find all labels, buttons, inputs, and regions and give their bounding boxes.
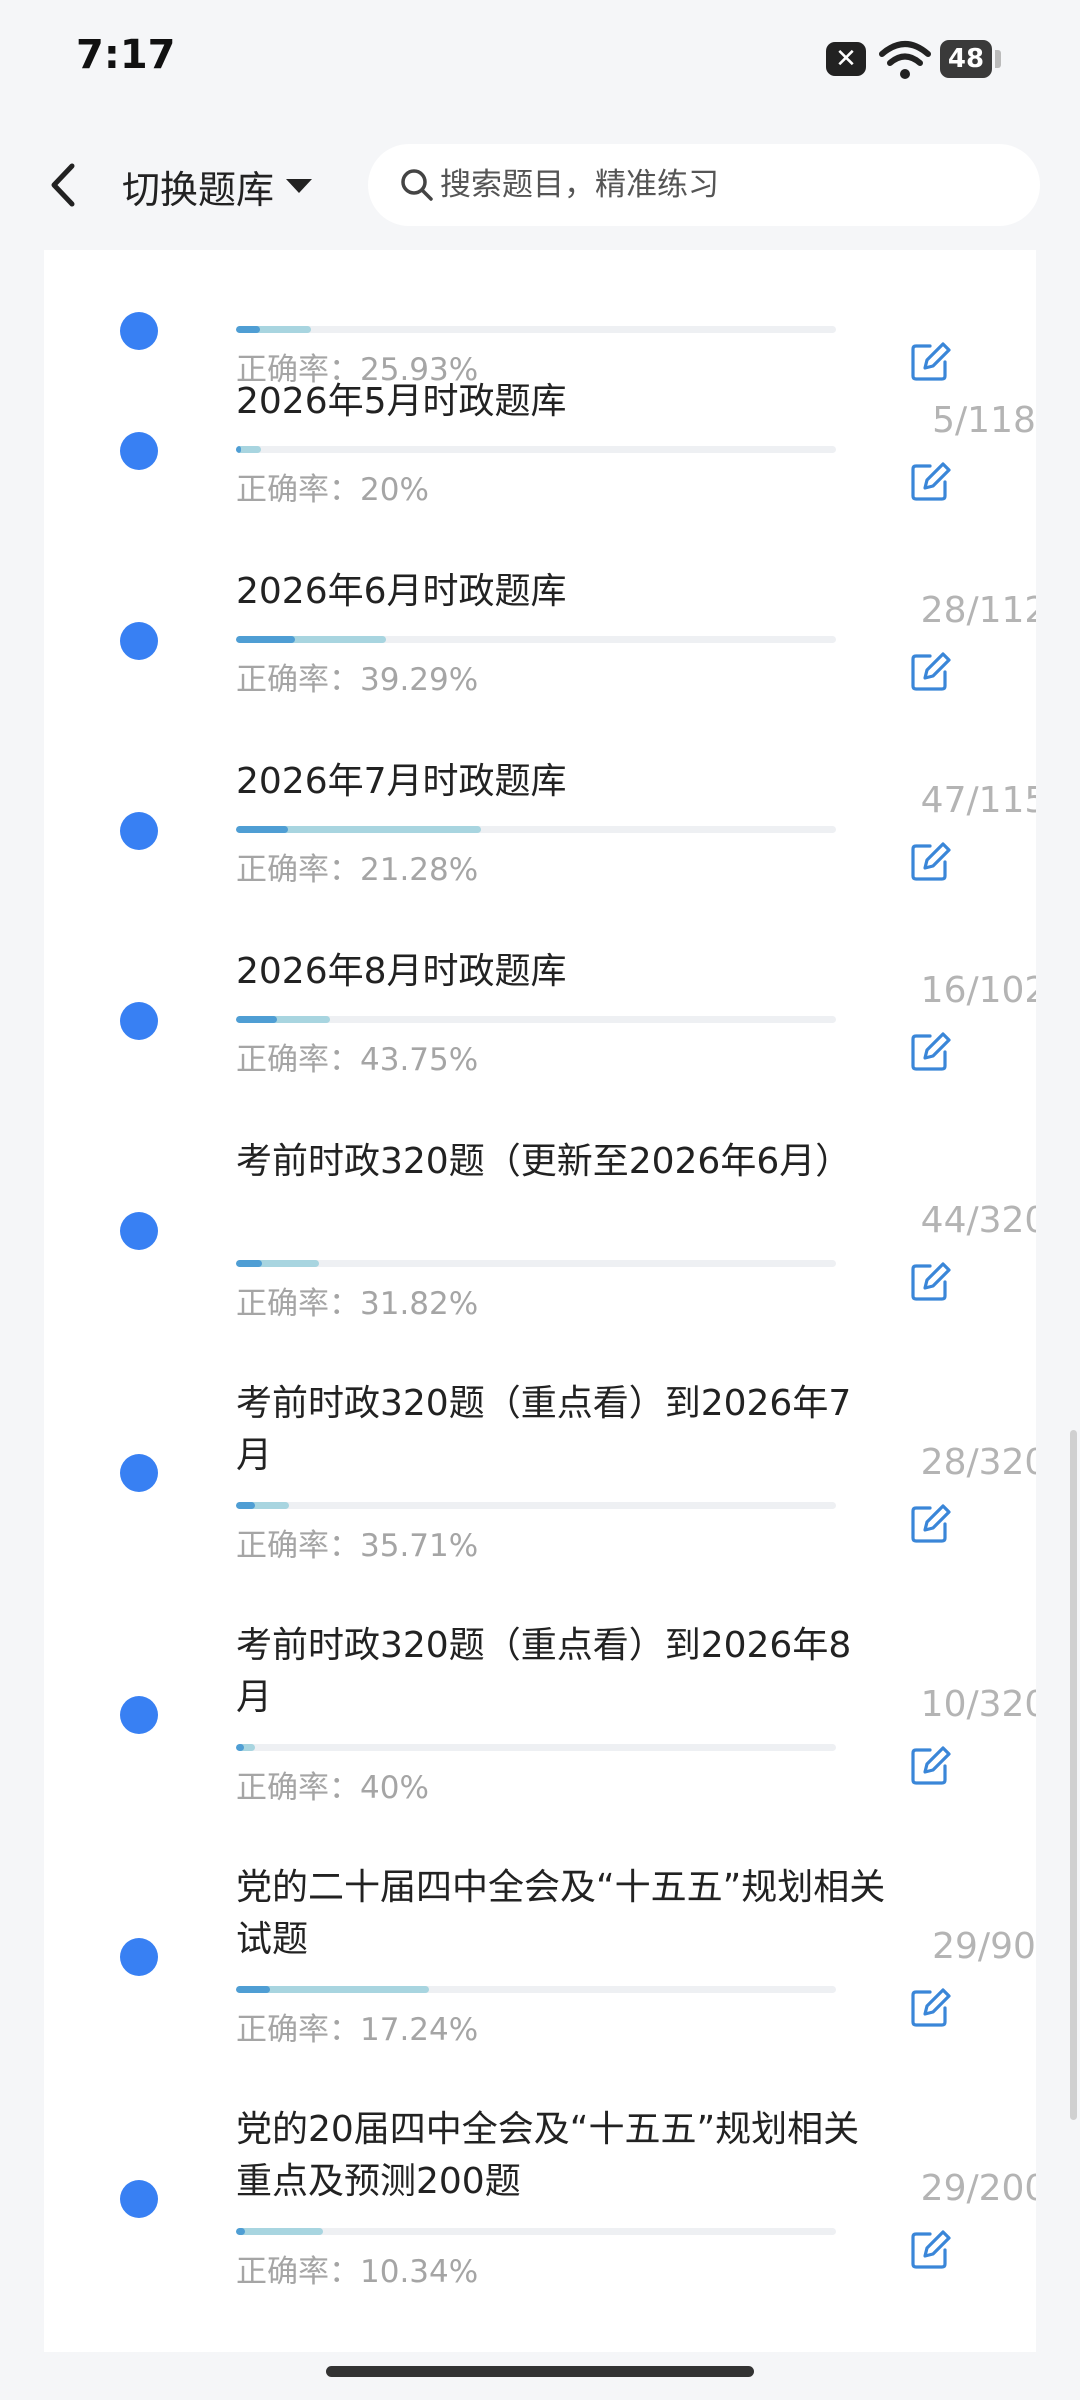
accuracy-rate: 正确率：10.34% <box>236 2254 479 2290</box>
answered-count: 10/320 <box>920 1684 1036 1725</box>
home-indicator[interactable] <box>326 2366 754 2377</box>
progress-correct-fill <box>236 826 289 833</box>
progress-bar <box>236 2228 836 2235</box>
accuracy-rate: 正确率：40% <box>236 1770 429 1806</box>
edit-icon[interactable] <box>908 2228 952 2272</box>
wifi-icon <box>879 41 931 79</box>
progress-bar <box>236 446 836 453</box>
caret-down-icon <box>286 179 313 193</box>
progress-bar <box>236 636 836 643</box>
top-bar: 切换题库 搜索题目，精准练习 <box>0 120 1080 250</box>
status-dot <box>120 2180 158 2218</box>
answered-count: 28/112 <box>920 590 1036 631</box>
status-bar: 7:17 ✕ 48 <box>0 0 1080 120</box>
bank-title: 党的二十届四中全会及“十五五”规划相关试题 <box>236 1867 886 1960</box>
progress-correct-fill <box>236 326 260 333</box>
switch-bank-dropdown[interactable]: 切换题库 <box>122 156 313 216</box>
answered-count: 28/320 <box>920 1442 1036 1483</box>
status-dot <box>120 1696 158 1734</box>
battery-tip <box>995 50 1001 68</box>
bank-title: 考前时政320题（重点看）到2026年7月 <box>236 1383 852 1476</box>
bank-title: 考前时政320题（重点看）到2026年8月 <box>236 1625 852 1718</box>
progress-bar <box>236 326 836 333</box>
edit-icon[interactable] <box>908 1502 952 1546</box>
accuracy-rate: 正确率：43.75% <box>236 1042 479 1078</box>
progress-bar <box>236 826 836 833</box>
accuracy-rate: 正确率：21.28% <box>236 852 479 888</box>
search-icon <box>401 169 433 201</box>
answered-count: 29/90 <box>932 1926 1036 1967</box>
accuracy-rate: 正确率：17.24% <box>236 2012 479 2048</box>
answered-count: 16/102 <box>920 970 1036 1011</box>
progress-bar <box>236 1260 836 1267</box>
edit-icon[interactable] <box>908 1986 952 2030</box>
progress-correct-fill <box>236 1986 270 1993</box>
bank-title: 党的20届四中全会及“十五五”规划相关重点及预测200题 <box>236 2109 860 2202</box>
answered-count: 29/200 <box>920 2168 1036 2209</box>
accuracy-rate: 正确率：35.71% <box>236 1528 479 1564</box>
progress-bar <box>236 1502 836 1509</box>
status-dot <box>120 312 158 350</box>
edit-icon[interactable] <box>908 460 952 504</box>
search-box[interactable]: 搜索题目，精准练习 <box>368 144 1040 226</box>
status-dot <box>120 1212 158 1250</box>
progress-done-fill <box>236 2228 323 2235</box>
status-dot <box>120 1938 158 1976</box>
bank-title: 2026年8月时政题库 <box>236 951 567 992</box>
progress-bar <box>236 1016 836 1023</box>
search-placeholder: 搜索题目，精准练习 <box>440 167 719 203</box>
progress-correct-fill <box>236 1744 244 1751</box>
status-dot <box>120 1454 158 1492</box>
answered-count: 47/115 <box>920 780 1036 821</box>
bank-title: 2026年5月时政题库 <box>236 381 567 422</box>
back-icon[interactable] <box>40 158 90 212</box>
bank-title: 2026年6月时政题库 <box>236 571 567 612</box>
status-dot <box>120 622 158 660</box>
bank-title: 考前时政320题（更新至2026年6月） <box>236 1141 852 1182</box>
accuracy-rate: 正确率：39.29% <box>236 662 479 698</box>
switch-bank-label: 切换题库 <box>122 167 275 212</box>
edit-icon[interactable] <box>908 840 952 884</box>
status-dot <box>120 432 158 470</box>
answered-count: 5/118 <box>932 400 1036 441</box>
progress-bar <box>236 1744 836 1751</box>
edit-icon[interactable] <box>908 1030 952 1074</box>
edit-icon[interactable] <box>908 650 952 694</box>
progress-correct-fill <box>236 2228 245 2235</box>
progress-correct-fill <box>236 1502 255 1509</box>
battery-icon: 48 <box>940 40 992 78</box>
status-time: 7:17 <box>76 32 176 78</box>
edit-icon[interactable] <box>908 1260 952 1304</box>
accuracy-rate: 正确率：20% <box>236 472 429 508</box>
progress-correct-fill <box>236 636 295 643</box>
edit-icon[interactable] <box>908 340 952 384</box>
bank-title: 2026年7月时政题库 <box>236 761 567 802</box>
progress-correct-fill <box>236 1260 263 1267</box>
progress-correct-fill <box>236 1016 278 1023</box>
status-dot <box>120 1002 158 1040</box>
answered-count: 44/320 <box>920 1200 1036 1241</box>
progress-correct-fill <box>236 446 241 453</box>
status-dot <box>120 812 158 850</box>
question-bank-list: 正确率：25.93% 2026年5月时政题库 正确率：20% 5/118 2026年6月… <box>44 250 1036 2352</box>
notification-x-icon: ✕ <box>826 42 866 76</box>
progress-bar <box>236 1986 836 1993</box>
accuracy-rate: 正确率：31.82% <box>236 1286 479 1322</box>
scrollbar[interactable] <box>1070 1430 1077 2120</box>
edit-icon[interactable] <box>908 1744 952 1788</box>
